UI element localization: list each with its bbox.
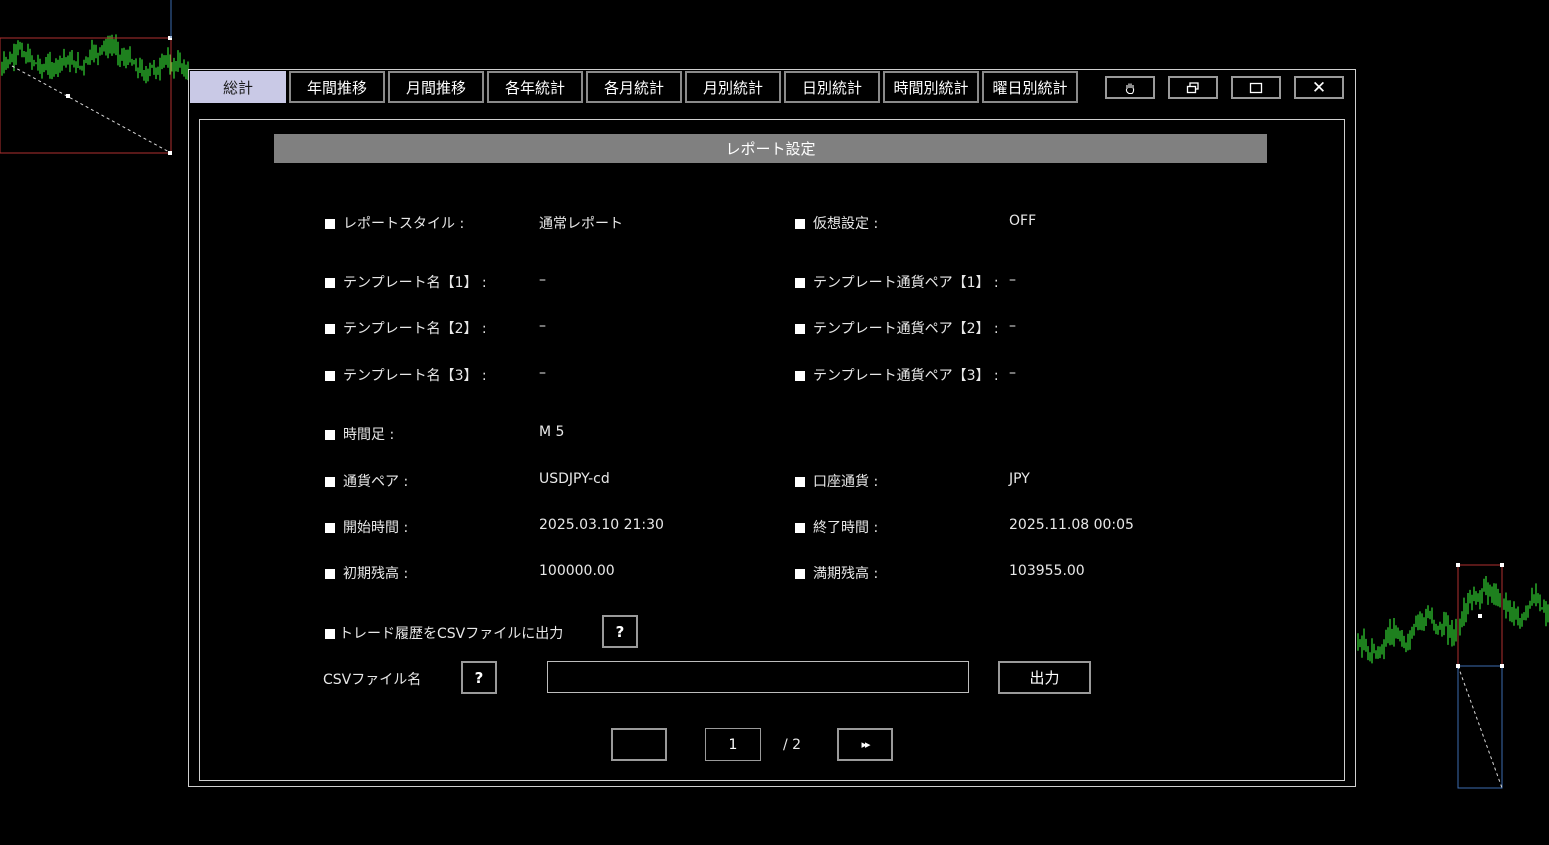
template-pair1-value: – bbox=[1009, 272, 1016, 288]
final-balance-value: 103955.00 bbox=[1009, 563, 1085, 579]
bullet-square-icon bbox=[795, 219, 805, 229]
bullet-square-icon bbox=[325, 430, 335, 440]
bullet-square-icon bbox=[795, 324, 805, 334]
report-style-label: レポートスタイル : bbox=[325, 213, 464, 233]
maximize-icon bbox=[1249, 82, 1263, 93]
next-page-button[interactable]: ▸▸ bbox=[837, 728, 893, 761]
template1-value: – bbox=[539, 272, 546, 288]
object-handle[interactable] bbox=[1456, 664, 1460, 668]
csv-filename-label: CSVファイル名 bbox=[323, 672, 422, 688]
page-number-input[interactable]: 1 bbox=[705, 728, 761, 761]
tab-summary[interactable]: 総計 bbox=[190, 71, 286, 103]
template2-label: テンプレート名【2】 : bbox=[325, 318, 487, 338]
section-title: レポート設定 bbox=[274, 134, 1267, 163]
tab-by-day-stats[interactable]: 日別統計 bbox=[784, 71, 880, 103]
object-handle[interactable] bbox=[1456, 563, 1460, 567]
virtual-setting-label: 仮想設定 : bbox=[795, 213, 878, 233]
tab-by-hour-stats[interactable]: 時間別統計 bbox=[883, 71, 979, 103]
timeframe-label: 時間足 : bbox=[325, 424, 394, 444]
restore-button[interactable] bbox=[1168, 76, 1218, 99]
end-time-label: 終了時間 : bbox=[795, 517, 878, 537]
object-handle[interactable] bbox=[1500, 563, 1504, 567]
template1-label: テンプレート名【1】 : bbox=[325, 272, 487, 292]
virtual-setting-value: OFF bbox=[1009, 213, 1037, 229]
bullet-square-icon bbox=[795, 477, 805, 487]
maximize-button[interactable] bbox=[1231, 76, 1281, 99]
bullet-square-icon bbox=[325, 278, 335, 288]
start-time-label: 開始時間 : bbox=[325, 517, 408, 537]
csv-filename-input[interactable] bbox=[547, 661, 969, 693]
template2-value: – bbox=[539, 318, 546, 334]
prev-page-button[interactable] bbox=[611, 728, 667, 761]
object-handle[interactable] bbox=[66, 94, 70, 98]
bullet-square-icon bbox=[325, 523, 335, 533]
tab-yearly-trend[interactable]: 年間推移 bbox=[289, 71, 385, 103]
close-button[interactable]: ✕ bbox=[1294, 76, 1344, 99]
chart-trendline-object[interactable] bbox=[1457, 665, 1503, 789]
tab-each-month-stats[interactable]: 各月統計 bbox=[586, 71, 682, 103]
timeframe-value: M 5 bbox=[539, 424, 565, 440]
pair-label: 通貨ペア : bbox=[325, 471, 408, 491]
object-handle[interactable] bbox=[1478, 614, 1482, 618]
chart-trendline-object[interactable] bbox=[11, 65, 172, 154]
bullet-square-icon bbox=[325, 629, 335, 639]
template-pair3-label: テンプレート通貨ペア【3】 : bbox=[795, 365, 999, 385]
tab-each-year-stats[interactable]: 各年統計 bbox=[487, 71, 583, 103]
bullet-square-icon bbox=[325, 371, 335, 381]
report-style-value: 通常レポート bbox=[539, 216, 623, 232]
candlesticks-left bbox=[0, 34, 189, 84]
template-pair1-label: テンプレート通貨ペア【1】 : bbox=[795, 272, 999, 292]
initial-balance-value: 100000.00 bbox=[539, 563, 615, 579]
bullet-square-icon bbox=[325, 219, 335, 229]
template-pair3-value: – bbox=[1009, 365, 1016, 381]
csv-export-help-button[interactable]: ? bbox=[602, 615, 638, 648]
tab-monthly-trend[interactable]: 月間推移 bbox=[388, 71, 484, 103]
bullet-square-icon bbox=[325, 569, 335, 579]
template-pair2-label: テンプレート通貨ペア【2】 : bbox=[795, 318, 999, 338]
bullet-square-icon bbox=[795, 569, 805, 579]
output-button[interactable]: 出力 bbox=[998, 661, 1091, 694]
template-pair2-value: – bbox=[1009, 318, 1016, 334]
end-time-value: 2025.11.08 00:05 bbox=[1009, 517, 1134, 533]
drag-button[interactable] bbox=[1105, 76, 1155, 99]
bullet-square-icon bbox=[325, 324, 335, 334]
account-currency-value: JPY bbox=[1009, 471, 1030, 487]
bullet-square-icon bbox=[795, 523, 805, 533]
report-settings-panel: レポート設定 レポートスタイル : 通常レポート 仮想設定 : OFF テンプレ… bbox=[199, 119, 1345, 781]
candlesticks-right bbox=[1357, 576, 1549, 664]
account-currency-label: 口座通貨 : bbox=[795, 471, 878, 491]
csv-export-checkbox[interactable]: トレード履歴をCSVファイルに出力 bbox=[325, 623, 563, 643]
csv-filename-help-button[interactable]: ? bbox=[461, 661, 497, 694]
hand-icon bbox=[1125, 83, 1135, 94]
object-handle[interactable] bbox=[168, 151, 172, 155]
start-time-value: 2025.03.10 21:30 bbox=[539, 517, 664, 533]
initial-balance-label: 初期残高 : bbox=[325, 563, 408, 583]
restore-icon bbox=[1186, 81, 1199, 93]
object-handle[interactable] bbox=[1500, 664, 1504, 668]
report-dialog: 総計 年間推移 月間推移 各年統計 各月統計 月別統計 日別統計 時間別統計 曜… bbox=[188, 69, 1356, 787]
tab-by-month-stats[interactable]: 月別統計 bbox=[685, 71, 781, 103]
page-total: / 2 bbox=[783, 737, 802, 753]
final-balance-label: 満期残高 : bbox=[795, 563, 878, 583]
template3-value: – bbox=[539, 365, 546, 381]
bullet-square-icon bbox=[795, 278, 805, 288]
bullet-square-icon bbox=[795, 371, 805, 381]
template3-label: テンプレート名【3】 : bbox=[325, 365, 487, 385]
tab-by-weekday-stats[interactable]: 曜日別統計 bbox=[982, 71, 1078, 103]
pair-value: USDJPY-cd bbox=[539, 471, 610, 487]
bullet-square-icon bbox=[325, 477, 335, 487]
